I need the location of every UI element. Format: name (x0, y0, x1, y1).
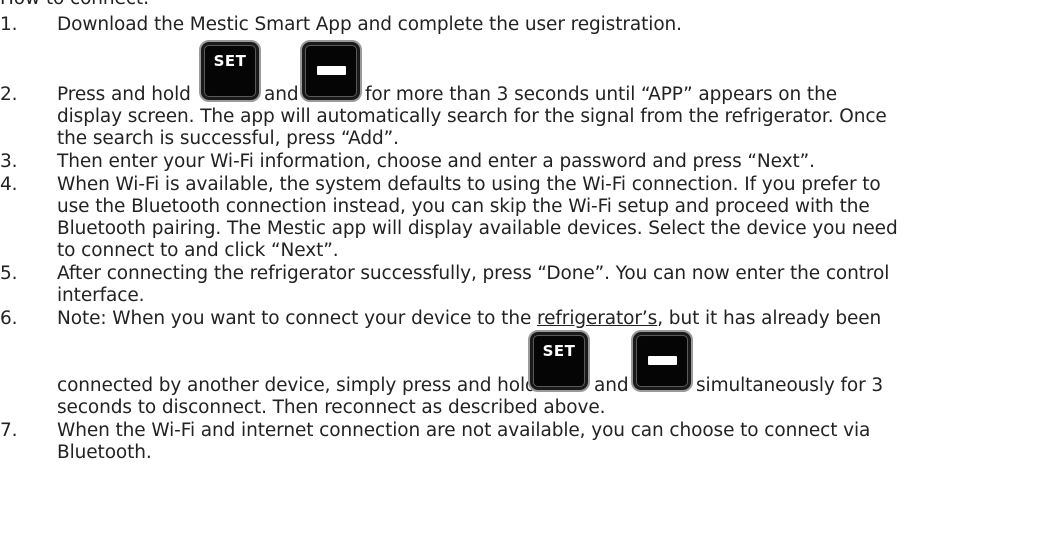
underlined-term: refrigerator’s (537, 308, 658, 329)
step-text-line: to connect to and click “Next”. (57, 240, 339, 261)
step-number: 4. (0, 174, 18, 195)
step-text-line: Bluetooth. (57, 442, 152, 463)
step-text: Note: When you want to connect your devi… (57, 308, 532, 329)
set-button-icon: SET (528, 330, 590, 392)
step-number: 5. (0, 263, 18, 284)
section-heading: How to connect: (0, 0, 149, 10)
set-key-label: SET (542, 342, 576, 360)
step-text-line: seconds to disconnect. Then reconnect as… (57, 397, 606, 418)
minus-bar (317, 66, 346, 75)
step-number: 6. (0, 308, 18, 329)
step-text-line: Bluetooth pairing. The Mestic app will d… (57, 218, 898, 239)
step-number: 2. (0, 84, 18, 105)
step-text-line: the search is successful, press “Add”. (57, 128, 399, 149)
step-text-line: and (594, 375, 629, 396)
step-text-line: for more than 3 seconds until “APP” appe… (365, 84, 837, 105)
set-key-label: SET (213, 52, 247, 70)
minus-button-icon (300, 40, 362, 102)
step-text-line: use the Bluetooth connection instead, yo… (57, 196, 870, 217)
set-button-icon: SET (199, 40, 261, 102)
step-text-line: Then enter your Wi-Fi information, choos… (57, 151, 815, 172)
step-text-line: When the Wi-Fi and internet connection a… (57, 420, 871, 441)
step-text-line: When Wi-Fi is available, the system defa… (57, 174, 881, 195)
minus-button-icon (631, 330, 693, 392)
instruction-page: How to connect: 1. Download the Mestic S… (0, 0, 1043, 549)
step-number: 1. (0, 14, 18, 35)
step-number: 3. (0, 151, 18, 172)
step-text: , but it has already been (657, 308, 882, 329)
step-text-line: connected by another device, simply pres… (57, 375, 537, 396)
step-text-line: interface. (57, 285, 145, 306)
minus-bar (648, 356, 677, 365)
step-text-line: display screen. The app will automatical… (57, 106, 887, 127)
step-text-line: After connecting the refrigerator succes… (57, 263, 890, 284)
step-number: 7. (0, 420, 18, 441)
step-text-line: Download the Mestic Smart App and comple… (57, 14, 682, 35)
step-text-line: simultaneously for 3 (696, 375, 884, 396)
step-text-line: Note: When you want to connect your devi… (57, 308, 881, 330)
step-text-line: Press and hold (57, 84, 191, 105)
step-text-line: and (264, 84, 299, 105)
